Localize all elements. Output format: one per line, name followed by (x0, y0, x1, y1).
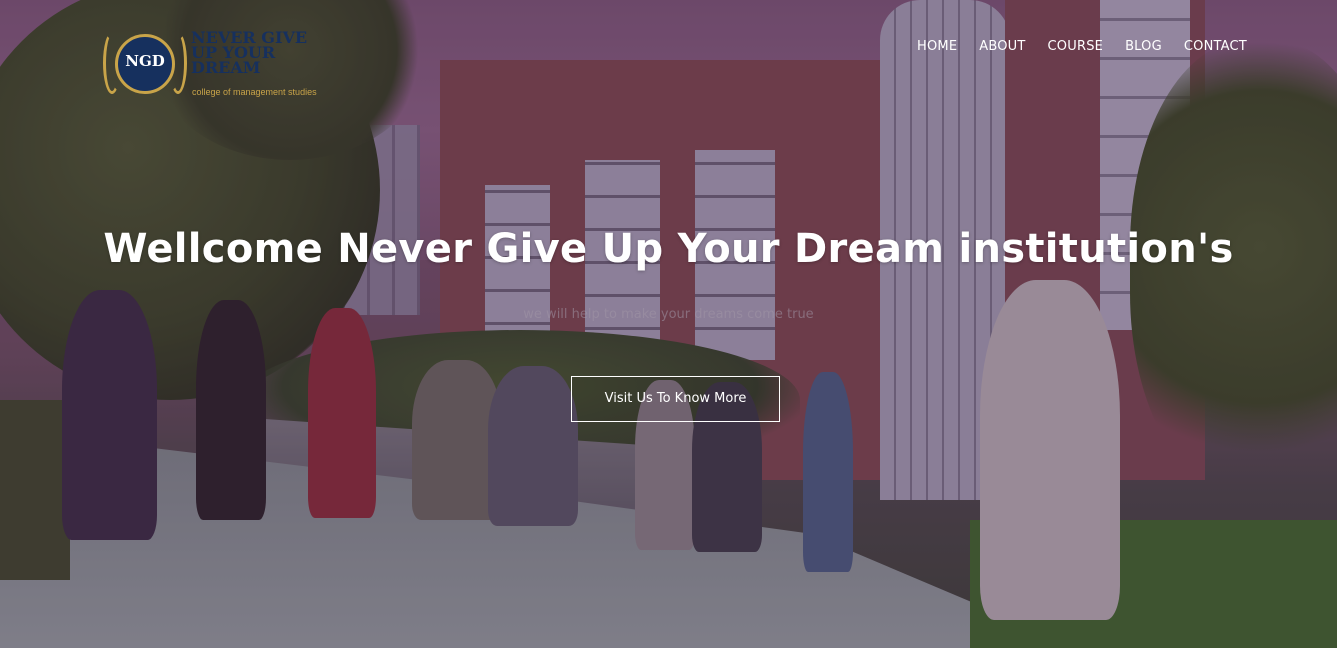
logo-tagline: college of management studies (192, 87, 317, 97)
nav-about[interactable]: ABOUT (968, 38, 1036, 56)
site-logo[interactable]: NGD NEVER GIVE UP YOUR DREAM college of … (103, 30, 333, 102)
visit-us-button[interactable]: Visit Us To Know More (571, 376, 780, 422)
logo-emblem: NGD (103, 30, 187, 100)
logo-title: NEVER GIVE UP YOUR DREAM (191, 30, 331, 77)
hero-subtitle: we will help to make your dreams come tr… (523, 307, 814, 322)
hero-section: NGD NEVER GIVE UP YOUR DREAM college of … (0, 0, 1337, 648)
nav-contact[interactable]: CONTACT (1173, 38, 1258, 56)
logo-initials: NGD (125, 52, 165, 70)
hero-title: Wellcome Never Give Up Your Dream instit… (103, 226, 1234, 272)
nav-blog[interactable]: BLOG (1114, 38, 1173, 56)
nav-course[interactable]: COURSE (1037, 38, 1115, 56)
nav-home[interactable]: HOME (906, 38, 968, 56)
main-nav: HOME ABOUT COURSE BLOG CONTACT (906, 38, 1258, 56)
logo-title-line: DREAM (191, 58, 261, 77)
